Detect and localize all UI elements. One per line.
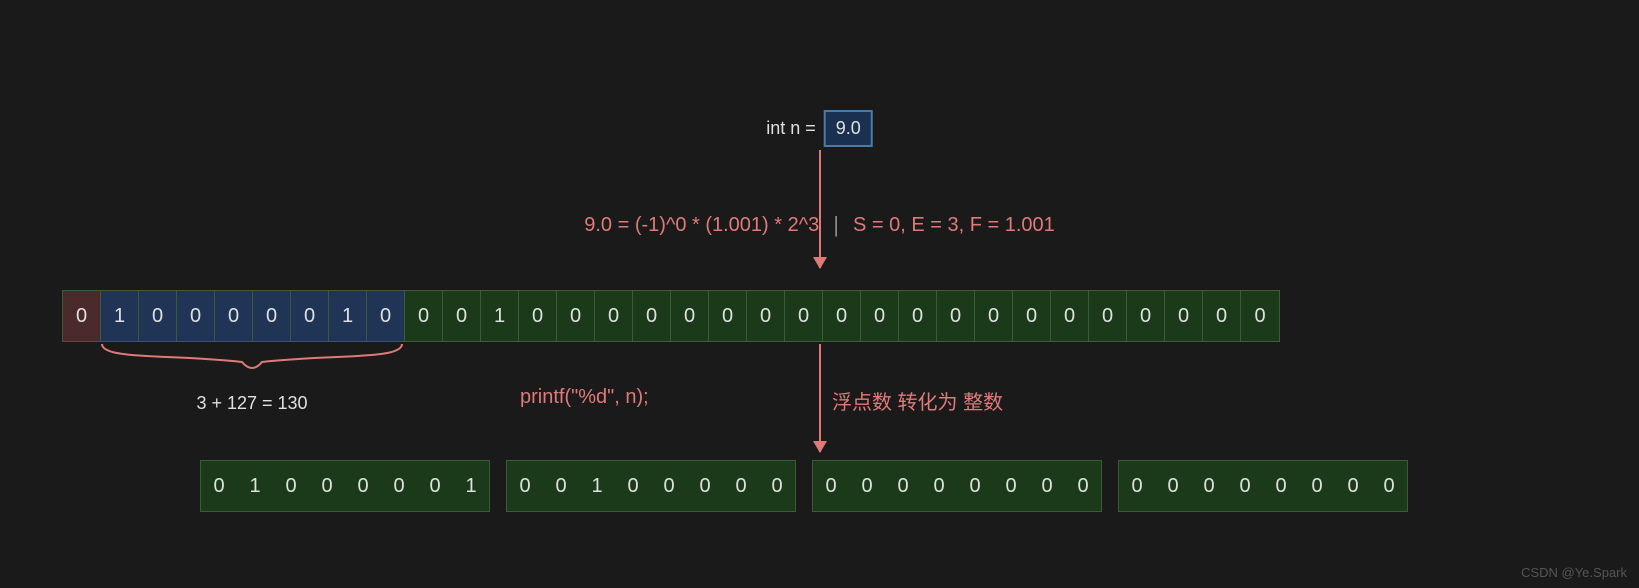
bit-cell: 0 <box>1203 291 1241 341</box>
bit-cell: 0 <box>937 291 975 341</box>
bit-table-32: 01000001000100000000000000000000 <box>62 290 1280 342</box>
byte-cell: 0 <box>1227 461 1263 511</box>
byte-cell: 0 <box>993 461 1029 511</box>
bit-cell: 0 <box>405 291 443 341</box>
byte-cell: 0 <box>921 461 957 511</box>
bit-cell: 0 <box>215 291 253 341</box>
byte-cell: 0 <box>885 461 921 511</box>
byte-cell: 0 <box>273 461 309 511</box>
formula-right: S = 0, E = 3, F = 1.001 <box>853 214 1055 237</box>
bit-cell: 0 <box>519 291 557 341</box>
bit-cell: 0 <box>253 291 291 341</box>
bit-cell: 0 <box>595 291 633 341</box>
bit-cell: 0 <box>861 291 899 341</box>
bit-cell: 0 <box>443 291 481 341</box>
byte-cell: 0 <box>381 461 417 511</box>
bit-cell: 1 <box>101 291 139 341</box>
byte-cell: 0 <box>1191 461 1227 511</box>
bit-cell: 0 <box>1127 291 1165 341</box>
bit-cell: 0 <box>139 291 177 341</box>
formula-row: 9.0 = (-1)^0 * (1.001) * 2^3 | S = 0, E … <box>584 212 1055 238</box>
byte-cell: 1 <box>237 461 273 511</box>
bit-cell: 0 <box>1013 291 1051 341</box>
byte-cell: 0 <box>345 461 381 511</box>
byte-cell: 0 <box>1065 461 1101 511</box>
arrow-top-icon <box>819 150 821 268</box>
bit-cell: 0 <box>63 291 101 341</box>
byte-cell: 0 <box>615 461 651 511</box>
bit-cell: 0 <box>633 291 671 341</box>
byte-group: 00100000 <box>506 460 796 512</box>
bit-cell: 0 <box>785 291 823 341</box>
bit-cell: 0 <box>747 291 785 341</box>
byte-group: 00000000 <box>812 460 1102 512</box>
bit-cell: 0 <box>1089 291 1127 341</box>
bit-cell: 1 <box>329 291 367 341</box>
byte-group: 00000000 <box>1118 460 1408 512</box>
byte-cell: 0 <box>543 461 579 511</box>
byte-cell: 0 <box>957 461 993 511</box>
bit-cell: 0 <box>367 291 405 341</box>
decl-value-box: 9.0 <box>824 110 873 147</box>
byte-cell: 0 <box>417 461 453 511</box>
bit-cell: 0 <box>1241 291 1279 341</box>
bit-cell: 0 <box>177 291 215 341</box>
declaration-row: int n = 9.0 <box>766 110 873 147</box>
byte-cell: 0 <box>1371 461 1407 511</box>
byte-cell: 0 <box>507 461 543 511</box>
exponent-brace: 3 + 127 = 130 <box>100 342 404 414</box>
brace-icon <box>100 342 404 382</box>
bit-cell: 0 <box>1051 291 1089 341</box>
bit-cell: 0 <box>709 291 747 341</box>
watermark: CSDN @Ye.Spark <box>1521 565 1627 580</box>
byte-cell: 0 <box>309 461 345 511</box>
brace-label: 3 + 127 = 130 <box>100 393 404 414</box>
bit-cell: 0 <box>899 291 937 341</box>
bit-cell: 0 <box>291 291 329 341</box>
byte-cell: 1 <box>453 461 489 511</box>
arrow-bottom-icon <box>819 344 821 452</box>
byte-cell: 0 <box>1263 461 1299 511</box>
formula-left: 9.0 = (-1)^0 * (1.001) * 2^3 <box>584 214 819 237</box>
byte-cell: 0 <box>813 461 849 511</box>
decl-lhs: int n = <box>766 118 816 139</box>
byte-row: 01000001001000000000000000000000 <box>200 460 1408 512</box>
byte-group: 01000001 <box>200 460 490 512</box>
formula-separator: | <box>833 212 839 238</box>
byte-cell: 0 <box>849 461 885 511</box>
byte-cell: 0 <box>723 461 759 511</box>
bit-cell: 0 <box>823 291 861 341</box>
printf-label: printf("%d", n); <box>520 386 649 409</box>
bit-cell: 1 <box>481 291 519 341</box>
convert-label: 浮点数 转化为 整数 <box>832 386 1003 415</box>
bit-cell: 0 <box>1165 291 1203 341</box>
byte-cell: 0 <box>651 461 687 511</box>
byte-cell: 0 <box>759 461 795 511</box>
byte-cell: 1 <box>579 461 615 511</box>
bit-cell: 0 <box>975 291 1013 341</box>
byte-cell: 0 <box>1299 461 1335 511</box>
byte-cell: 0 <box>687 461 723 511</box>
byte-cell: 0 <box>1029 461 1065 511</box>
byte-cell: 0 <box>1155 461 1191 511</box>
byte-cell: 0 <box>1335 461 1371 511</box>
bit-cell: 0 <box>557 291 595 341</box>
byte-cell: 0 <box>201 461 237 511</box>
byte-cell: 0 <box>1119 461 1155 511</box>
bit-cell: 0 <box>671 291 709 341</box>
